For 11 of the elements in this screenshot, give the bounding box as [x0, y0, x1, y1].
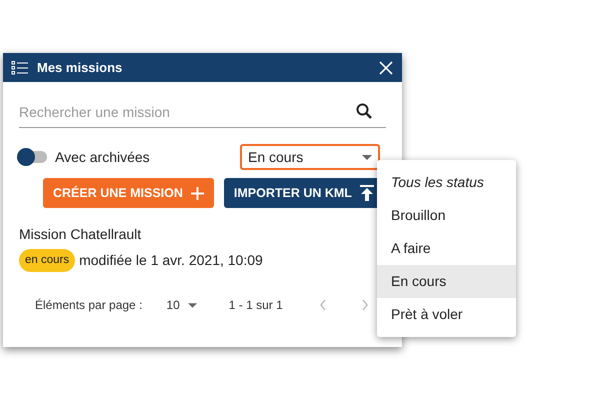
toggle-label: Avec archivées: [55, 148, 151, 166]
page-size-label: Éléments par page :: [35, 297, 142, 314]
page-range: 1 - 1 sur 1: [228, 297, 283, 314]
page-size-select[interactable]: 10: [166, 296, 197, 314]
menu-item[interactable]: Prèt à voler: [377, 298, 516, 331]
menu-item[interactable]: En cours: [377, 265, 516, 298]
status-chip: en cours: [19, 249, 76, 272]
window-title: Mes missions: [37, 58, 124, 77]
menu-item[interactable]: A faire: [377, 232, 516, 265]
modified-date: modifiée le 1 avr. 2021, 10:09: [79, 251, 263, 270]
status-select[interactable]: En cours: [240, 144, 380, 170]
